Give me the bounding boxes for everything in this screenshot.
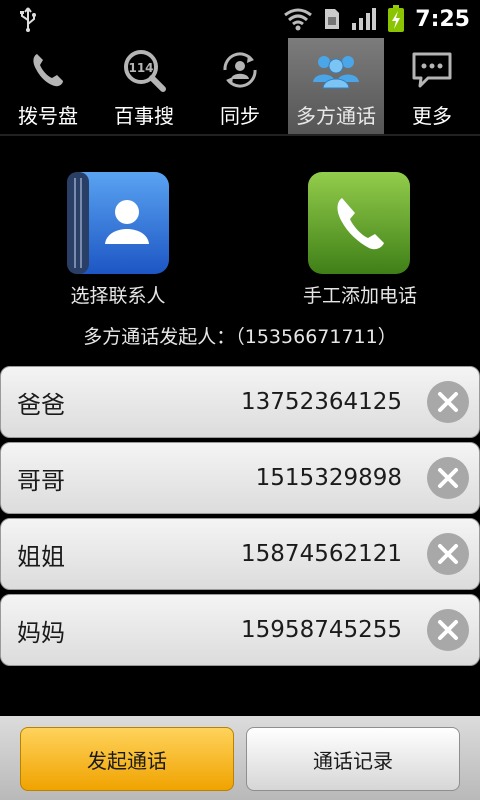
status-bar: 7:25 <box>0 0 480 38</box>
select-contact-label: 选择联系人 <box>70 285 166 307</box>
list-item[interactable]: 妈妈 15958745255 <box>0 594 480 666</box>
sync-contact-icon <box>217 46 263 94</box>
sim-icon <box>323 7 341 31</box>
list-item[interactable]: 姐姐 15874562121 <box>0 518 480 590</box>
more-chat-icon <box>410 46 454 94</box>
battery-charging-icon <box>387 5 405 33</box>
close-icon <box>438 544 458 564</box>
search-114-icon: 114 <box>121 46 167 94</box>
tab-conference-call[interactable]: 多方通话 <box>288 38 384 134</box>
wifi-icon <box>283 7 313 31</box>
svg-text:114: 114 <box>128 61 153 75</box>
participant-name: 爸爸 <box>17 390 65 419</box>
tab-more[interactable]: 更多 <box>384 38 480 134</box>
participant-name: 姐姐 <box>17 542 65 571</box>
list-item[interactable]: 爸爸 13752364125 <box>0 366 480 438</box>
remove-participant-button[interactable] <box>427 609 469 651</box>
status-time: 7:25 <box>415 6 470 32</box>
remove-participant-button[interactable] <box>427 457 469 499</box>
tab-dialpad[interactable]: 拨号盘 <box>0 38 96 134</box>
close-icon <box>438 620 458 640</box>
phone-handset-icon <box>28 46 68 94</box>
participant-name: 哥哥 <box>17 466 65 495</box>
initiator-text: 多方通话发起人：（15356671711） <box>83 326 397 348</box>
select-contact-button[interactable] <box>67 172 169 274</box>
participant-number: 15958745255 <box>241 617 402 643</box>
contact-book-icon <box>67 172 169 274</box>
participant-number: 1515329898 <box>255 465 402 491</box>
manual-add-label: 手工添加电话 <box>302 285 417 307</box>
participant-name: 妈妈 <box>17 618 65 647</box>
group-call-icon <box>311 46 361 94</box>
tab-search[interactable]: 114 百事搜 <box>96 38 192 134</box>
close-icon <box>438 468 458 488</box>
usb-icon <box>18 6 38 36</box>
list-item[interactable]: 哥哥 1515329898 <box>0 442 480 514</box>
tab-divider <box>0 134 480 136</box>
close-icon <box>438 392 458 412</box>
signal-icon <box>351 7 377 31</box>
remove-participant-button[interactable] <box>427 533 469 575</box>
start-call-button[interactable]: 发起通话 <box>20 727 234 791</box>
manual-add-phone-button[interactable] <box>308 172 410 274</box>
tab-bar: 拨号盘 114 百事搜 同步 多方通话 更多 <box>0 38 480 134</box>
phone-tile-icon <box>308 172 410 274</box>
participant-number: 13752364125 <box>241 389 402 415</box>
call-log-button[interactable]: 通话记录 <box>246 727 460 791</box>
tab-sync[interactable]: 同步 <box>192 38 288 134</box>
remove-participant-button[interactable] <box>427 381 469 423</box>
participant-number: 15874562121 <box>241 541 402 567</box>
